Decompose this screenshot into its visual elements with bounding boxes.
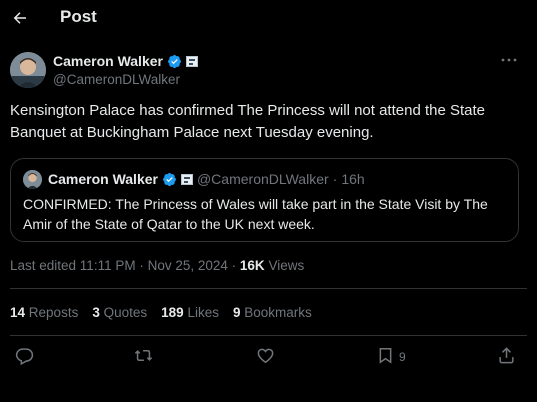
engagement-stats: 14 Reposts 3 Quotes 189 Likes 9 Bookmark…: [10, 305, 312, 320]
quote-header: Cameron Walker @CameronDLWalker · 16h: [48, 171, 365, 187]
quote-author-name: Cameron Walker: [48, 171, 158, 187]
bookmark-icon: [376, 346, 395, 368]
quote-time: 16h: [341, 171, 365, 187]
verified-badge-icon[interactable]: [167, 54, 182, 69]
views-count: 16K: [239, 258, 265, 273]
affiliate-badge-icon: [180, 173, 193, 185]
reposts-stat[interactable]: 14 Reposts: [10, 305, 78, 320]
quote-text: CONFIRMED: The Princess of Wales will ta…: [23, 196, 488, 232]
reposts-count: 14: [10, 305, 26, 320]
page-title: Post: [60, 7, 97, 26]
tweet-text: Kensington Palace has confirmed The Prin…: [10, 102, 485, 141]
views-label: Views: [268, 258, 305, 273]
post-meta: Last edited 11:11 PM · Nov 25, 2024 · 16…: [10, 258, 304, 273]
verified-badge-icon: [162, 172, 177, 187]
quote-avatar: [23, 170, 42, 189]
repost-icon: [134, 346, 153, 368]
author-name[interactable]: Cameron Walker: [53, 53, 198, 69]
like-icon: [256, 346, 275, 368]
likes-stat[interactable]: 189 Likes: [161, 305, 219, 320]
reposts-label: Reposts: [28, 305, 79, 320]
author-name-text[interactable]: Cameron Walker: [53, 53, 163, 69]
author-handle[interactable]: @CameronDLWalker: [53, 72, 180, 87]
edited-timestamp[interactable]: Last edited 11:11 PM · Nov 25, 2024 ·: [10, 258, 236, 273]
quote-author-handle: @CameronDLWalker: [196, 171, 329, 187]
bookmark-count: 9: [399, 350, 406, 364]
action-bar: 9: [0, 346, 537, 370]
divider: [10, 335, 527, 336]
bookmark-button[interactable]: 9: [376, 346, 406, 368]
quoted-post[interactable]: Cameron Walker @CameronDLWalker · 16h CO…: [10, 158, 519, 242]
bookmarks-count: 9: [232, 305, 241, 320]
divider: [10, 288, 527, 289]
affiliate-badge-icon[interactable]: [185, 55, 198, 67]
share-button[interactable]: [497, 346, 516, 368]
likes-label: Likes: [187, 305, 219, 320]
avatar[interactable]: [10, 52, 46, 88]
bookmarks-label: Bookmarks: [244, 305, 312, 320]
likes-count: 189: [161, 305, 184, 320]
repost-button[interactable]: [134, 346, 153, 368]
reply-icon: [15, 346, 34, 368]
more-icon[interactable]: [499, 52, 519, 68]
quotes-count: 3: [92, 305, 100, 320]
quotes-label: Quotes: [103, 305, 148, 320]
quote-separator: ·: [332, 171, 338, 187]
quotes-stat[interactable]: 3 Quotes: [92, 305, 147, 320]
like-button[interactable]: [256, 346, 275, 368]
top-bar: Post: [0, 0, 537, 36]
bookmarks-stat[interactable]: 9 Bookmarks: [233, 305, 312, 320]
back-arrow-icon[interactable]: [10, 8, 30, 28]
reply-button[interactable]: [15, 346, 34, 368]
share-icon: [497, 346, 516, 368]
